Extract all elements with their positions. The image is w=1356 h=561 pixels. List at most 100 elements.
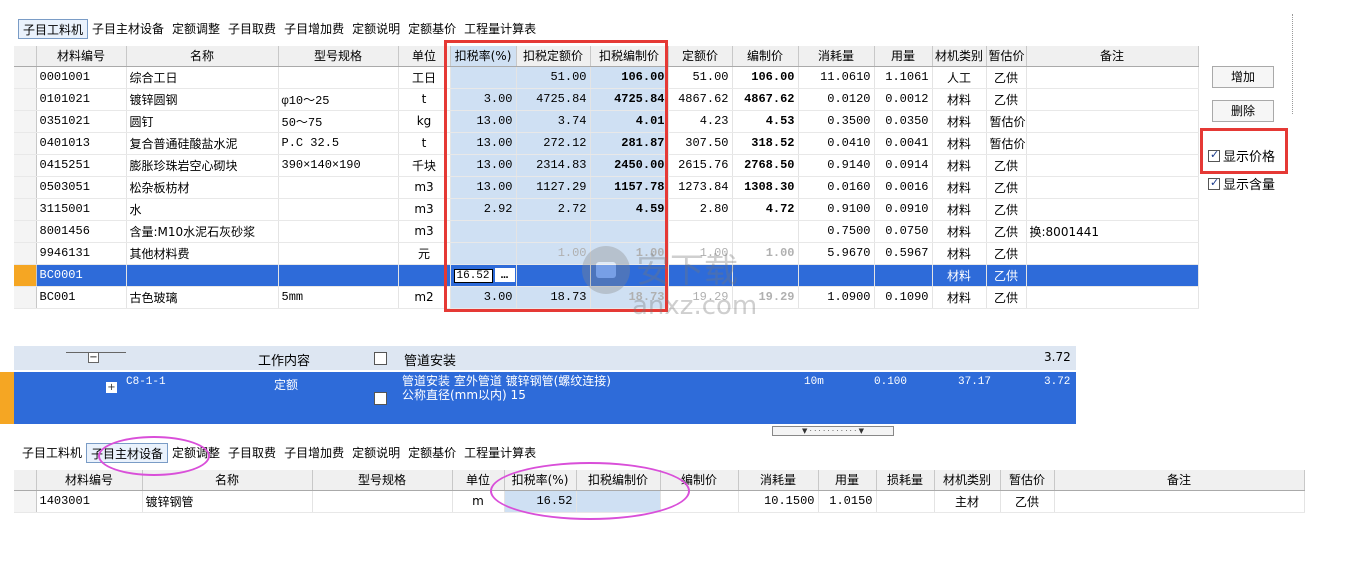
cell-category[interactable]: 材料 (932, 198, 987, 221)
cell-unit[interactable]: m3 (398, 198, 451, 221)
tab-sub-labor-material[interactable]: 子目工料机 (18, 19, 89, 39)
cell-note[interactable] (1054, 490, 1305, 513)
row2-checkbox[interactable] (374, 392, 387, 405)
cell-temp[interactable]: 乙供 (986, 220, 1027, 243)
cell-tax-comp[interactable]: 4.01 (590, 110, 669, 133)
cell-consume[interactable]: 5.9670 (798, 242, 875, 265)
col-compiled-price[interactable]: 编制价 (660, 470, 739, 491)
col-compiled-price[interactable]: 编制价 (732, 46, 799, 67)
tab-quota-description[interactable]: 定额说明 (348, 19, 404, 39)
cell-unit[interactable]: 工日 (398, 66, 451, 89)
cell-quota[interactable] (668, 220, 733, 243)
col-tax-rate[interactable]: 扣税率(%) (450, 46, 517, 67)
collapse-icon[interactable]: − (88, 352, 99, 363)
cell-quota[interactable]: 51.00 (668, 66, 733, 89)
cell-tax-comp[interactable]: 2450.00 (590, 154, 669, 177)
cell-spec[interactable]: 50～75 (278, 110, 399, 133)
cell-note[interactable] (1026, 242, 1199, 265)
cell-tax-quota[interactable]: 51.00 (516, 66, 591, 89)
cell-rate[interactable]: 13.00 (450, 110, 517, 133)
cell-rate[interactable]: 3.00 (450, 88, 517, 111)
table-row[interactable]: 0401013 复合普通硅酸盐水泥 P.C 32.5 t 13.00 272.12 281.… (14, 132, 1199, 155)
cell-tax-comp[interactable] (576, 490, 661, 513)
expand-icon[interactable]: + (106, 382, 117, 393)
table-row[interactable]: 8001456 含量:M10水泥石灰砂浆 m3 0.7500 0.0750 材料 乙供 换:8… (14, 220, 1199, 243)
tab-additional-fee[interactable]: 子目增加费 (280, 19, 348, 39)
cell-comp[interactable] (732, 220, 799, 243)
cell-rate[interactable]: 13.00 (450, 176, 517, 199)
cell-unit[interactable]: 千块 (398, 154, 451, 177)
cell-unit[interactable]: t (398, 88, 451, 111)
table-row[interactable]: 0001001 综合工日 工日 51.00 106.00 51.00 106.00 11.06… (14, 66, 1199, 89)
cell-comp[interactable]: 4867.62 (732, 88, 799, 111)
add-button[interactable]: 增加 (1212, 66, 1274, 88)
cell-category[interactable]: 材料 (932, 264, 987, 287)
cell-category[interactable]: 材料 (932, 220, 987, 243)
cell-unit[interactable]: m3 (398, 176, 451, 199)
col-unit[interactable]: 单位 (452, 470, 505, 491)
tab-quota-adjust[interactable]: 定额调整 (168, 443, 224, 463)
cell-category[interactable]: 材料 (932, 154, 987, 177)
cell-comp[interactable] (732, 264, 799, 287)
table-row[interactable]: BC001 古色玻璃 5mm m2 3.00 18.73 18.73 19.29 19.29 1.… (14, 286, 1199, 309)
cell-note[interactable]: 换:8001441 (1026, 220, 1199, 243)
cell-name[interactable]: 膨胀珍珠岩空心砌块 (126, 154, 279, 177)
cell-tax-quota[interactable]: 18.73 (516, 286, 591, 309)
cell-code[interactable]: 0401013 (36, 132, 127, 155)
cell-usage[interactable]: 0.0910 (874, 198, 933, 221)
cell-spec[interactable] (278, 242, 399, 265)
cell-tax-quota[interactable] (516, 264, 591, 287)
row-indicator[interactable] (14, 220, 37, 243)
show-content-checkbox[interactable]: 显示含量 (1208, 174, 1275, 193)
cell-quota[interactable] (668, 264, 733, 287)
cell-tax-comp[interactable]: 106.00 (590, 66, 669, 89)
table-row[interactable]: 1403001 镀锌钢管 m 16.52 10.1500 1.0150 主材 乙供 (14, 490, 1305, 513)
cell-consume[interactable]: 10.1500 (738, 490, 819, 513)
cell-comp[interactable]: 19.29 (732, 286, 799, 309)
cell-name[interactable]: 综合工日 (126, 66, 279, 89)
table-row[interactable]: BC0001 16.52… 材料 乙供 (14, 264, 1199, 287)
cell-usage[interactable]: 1.0150 (818, 490, 877, 513)
cell-spec[interactable] (278, 264, 399, 287)
row-indicator[interactable] (14, 88, 37, 111)
cell-comp[interactable] (660, 490, 739, 513)
row-indicator[interactable] (14, 490, 37, 513)
col-category[interactable]: 材机类别 (932, 46, 987, 67)
cell-category[interactable]: 材料 (932, 286, 987, 309)
cell-unit[interactable]: t (398, 132, 451, 155)
cell-temp[interactable]: 乙供 (1000, 490, 1055, 513)
tab-quantity-calc[interactable]: 工程量计算表 (460, 19, 540, 39)
cell-tax-comp[interactable]: 4725.84 (590, 88, 669, 111)
cell-spec[interactable]: 390×140×190 (278, 154, 399, 177)
cell-consume[interactable]: 0.3500 (798, 110, 875, 133)
table-row[interactable]: 3115001 水 m3 2.92 2.72 4.59 2.80 4.72 0.9100 0.09… (14, 198, 1199, 221)
cell-code[interactable]: 1403001 (36, 490, 143, 513)
cell-usage[interactable] (874, 264, 933, 287)
cell-tax-comp[interactable]: 1157.78 (590, 176, 669, 199)
cell-code[interactable]: 0001001 (36, 66, 127, 89)
col-material-code[interactable]: 材料编号 (36, 46, 127, 67)
table-row[interactable]: 0503051 松杂板枋材 m3 13.00 1127.29 1157.78 1273.84… (14, 176, 1199, 199)
col-tax-compiled-price[interactable]: 扣税编制价 (576, 470, 661, 491)
cell-consume[interactable]: 0.0160 (798, 176, 875, 199)
cell-rate[interactable] (450, 242, 517, 265)
cell-quota[interactable]: 4.23 (668, 110, 733, 133)
table-row[interactable]: 9946131 其他材料费元 1.00 1.00 1.00 1.00 5.9670 0.596… (14, 242, 1199, 265)
col-remark[interactable]: 备注 (1054, 470, 1305, 491)
cell-comp[interactable]: 1308.30 (732, 176, 799, 199)
col-tax-compiled-price[interactable]: 扣税编制价 (590, 46, 669, 67)
col-consumption[interactable]: 消耗量 (798, 46, 875, 67)
cell-temp[interactable]: 乙供 (986, 264, 1027, 287)
tree-row-quota[interactable]: + C8-1-1 定额 管道安装 室外管道 镀锌钢管(螺纹连接) 公称直径(mm… (0, 372, 1076, 424)
tab-main-material-equipment[interactable]: 子目主材设备 (88, 19, 168, 39)
cell-usage[interactable]: 1.1061 (874, 66, 933, 89)
col-tax-quota-price[interactable]: 扣税定额价 (516, 46, 591, 67)
cell-rate[interactable]: 3.00 (450, 286, 517, 309)
cell-note[interactable] (1026, 110, 1199, 133)
cell-note[interactable] (1026, 198, 1199, 221)
cell-code[interactable]: 9946131 (36, 242, 127, 265)
col-category[interactable]: 材机类别 (934, 470, 1001, 491)
cell-usage[interactable]: 0.0750 (874, 220, 933, 243)
row-indicator[interactable] (14, 286, 37, 309)
cell-tax-comp[interactable] (590, 264, 669, 287)
